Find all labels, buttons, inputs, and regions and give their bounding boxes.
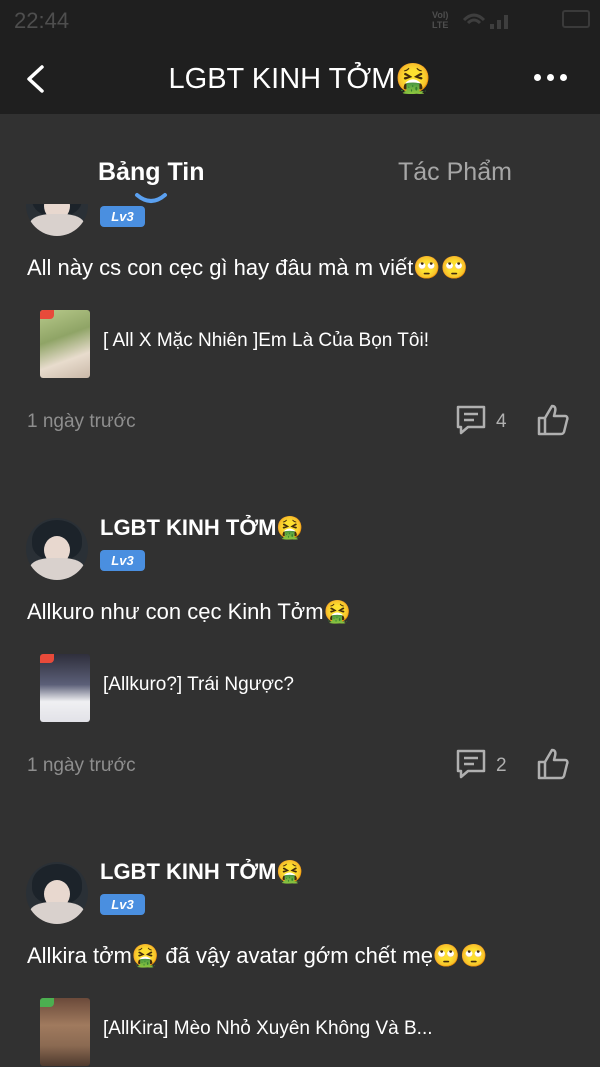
tab-feed[interactable]: Bảng Tin <box>98 158 204 187</box>
tab-active-indicator <box>135 193 167 203</box>
book-card[interactable]: [AllKira] Mèo Nhỏ Xuyên Không Và B... <box>40 998 560 1066</box>
network-label: Vol) LTE <box>432 10 449 30</box>
author-name[interactable]: LGBT KINH TỞM🤮 <box>100 859 304 885</box>
comment-count: 4 <box>496 411 507 432</box>
avatar[interactable] <box>26 862 88 924</box>
post-text: Allkira tởm🤮 đã vậy avatar gớm chết mẹ🙄🙄 <box>27 943 488 968</box>
book-cover <box>40 998 90 1066</box>
thumbs-up-icon[interactable] <box>536 403 570 437</box>
book-title: [AllKira] Mèo Nhỏ Xuyên Không Và B... <box>103 1018 433 1039</box>
post-text: Allkuro như con cẹc Kinh Tởm🤮 <box>27 599 351 624</box>
book-cover <box>40 654 90 722</box>
comment-count: 2 <box>496 755 507 776</box>
book-cover <box>40 310 90 378</box>
post-text: All này cs con cẹc gì hay đâu mà m viết🙄… <box>27 255 469 280</box>
status-bar: 22:44 Vol) LTE <box>0 0 600 42</box>
post-time: 1 ngày trước <box>27 755 136 776</box>
book-title: [ All X Mặc Nhiên ]Em Là Của Bọn Tôi! <box>103 330 429 351</box>
book-card[interactable]: [ All X Mặc Nhiên ]Em Là Của Bọn Tôi! <box>40 310 560 378</box>
author-name[interactable]: LGBT KINH TỞM🤮 <box>100 515 304 541</box>
comment-icon[interactable] <box>455 748 487 780</box>
feed-list[interactable]: Lv3 All này cs con cẹc gì hay đâu mà m v… <box>0 114 600 1067</box>
comment-icon[interactable] <box>455 404 487 436</box>
book-title: [Allkuro?] Trái Ngược? <box>103 674 294 695</box>
status-time: 22:44 <box>14 8 70 33</box>
signal-icon <box>462 13 508 29</box>
level-badge: Lv3 <box>100 894 145 915</box>
page-title: LGBT KINH TỞM🤮 <box>168 63 432 95</box>
level-badge: Lv3 <box>100 206 145 227</box>
avatar[interactable] <box>26 518 88 580</box>
top-app-bar: LGBT KINH TỞM🤮 <box>0 42 600 114</box>
post-time: 1 ngày trước <box>27 411 136 432</box>
tab-bar: Bảng Tin Tác Phẩm <box>0 114 600 204</box>
battery-icon <box>562 10 590 28</box>
tab-works[interactable]: Tác Phẩm <box>398 158 512 187</box>
book-card[interactable]: [Allkuro?] Trái Ngược? <box>40 654 560 722</box>
thumbs-up-icon[interactable] <box>536 747 570 781</box>
more-dots-icon[interactable] <box>534 74 567 81</box>
level-badge: Lv3 <box>100 550 145 571</box>
